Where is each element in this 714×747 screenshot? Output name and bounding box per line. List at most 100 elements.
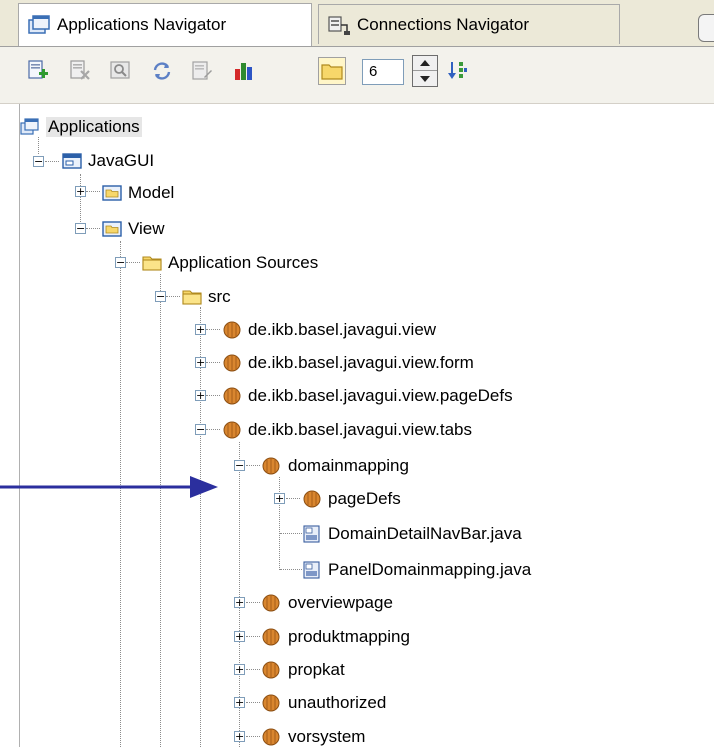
package-icon	[262, 661, 280, 679]
application-icon	[62, 153, 82, 169]
applications-root-icon	[20, 118, 39, 135]
tree-node-label: de.ikb.basel.javagui.view.form	[248, 353, 474, 372]
java-file-icon	[303, 561, 320, 579]
tree-node-label: Model	[128, 183, 175, 202]
tree-node-label: produktmapping	[288, 627, 410, 646]
tree-node-label: Application Sources	[168, 253, 319, 272]
tree-node-model[interactable]: + Model	[0, 180, 400, 206]
statistics-button[interactable]	[230, 57, 258, 85]
tree-node-package[interactable]: − de.ikb.basel.javagui.view.tabs	[0, 417, 500, 443]
tab-connections-navigator[interactable]: Connections Navigator	[318, 4, 620, 44]
tree-node-label: overviewpage	[288, 593, 393, 612]
find-button[interactable]	[106, 57, 134, 85]
tree-node-java-file[interactable]: DomainDetailNavBar.java	[0, 521, 600, 547]
tree-node-label: Applications	[46, 117, 142, 137]
tree-node-package[interactable]: + unauthorized	[0, 690, 500, 716]
tab-overflow-button[interactable]	[698, 14, 714, 42]
project-icon	[102, 221, 122, 237]
expand-toggle[interactable]: +	[75, 186, 86, 197]
tree-node-label: View	[128, 219, 165, 238]
tree-node-package[interactable]: + vorsystem	[0, 724, 500, 747]
tree-node-javagui[interactable]: − JavaGUI	[0, 148, 400, 174]
expand-toggle[interactable]: +	[195, 324, 206, 335]
package-icon	[223, 354, 241, 372]
pointer-arrow	[0, 476, 218, 498]
application-tree: Applications − JavaGUI + Model − View − …	[0, 104, 714, 747]
tree-node-applications[interactable]: Applications	[0, 114, 400, 140]
package-icon	[262, 694, 280, 712]
project-icon	[102, 185, 122, 201]
refresh-button[interactable]	[148, 57, 176, 85]
package-icon	[262, 594, 280, 612]
tree-node-package[interactable]: + overviewpage	[0, 590, 500, 616]
tree-node-label: domainmapping	[288, 456, 409, 475]
expand-toggle[interactable]: +	[234, 631, 245, 642]
collapse-toggle[interactable]: −	[75, 223, 86, 234]
tree-node-label: JavaGUI	[88, 151, 155, 170]
level-input[interactable]: 6	[362, 59, 404, 85]
tree-node-package[interactable]: + de.ikb.basel.javagui.view.form	[0, 350, 500, 376]
expand-toggle[interactable]: +	[234, 697, 245, 708]
tab-label: Connections Navigator	[357, 14, 529, 34]
sort-button[interactable]	[444, 57, 472, 85]
collapse-toggle[interactable]: −	[33, 156, 44, 167]
tree-node-label: pageDefs	[328, 489, 401, 508]
expand-toggle[interactable]: +	[234, 731, 245, 742]
sort-icon	[448, 62, 467, 79]
applications-navigator-window: Applications Navigator Connections Navig…	[0, 0, 714, 747]
collapse-toggle[interactable]: −	[115, 257, 126, 268]
show-folders-icon	[321, 64, 343, 80]
package-icon	[303, 490, 321, 508]
expand-toggle[interactable]: +	[274, 493, 285, 504]
collapse-toggle[interactable]: −	[155, 291, 166, 302]
statistics-icon	[235, 63, 252, 80]
connections-navigator-icon	[328, 15, 350, 35]
tree-node-view[interactable]: − View	[0, 216, 400, 242]
tab-label: Applications Navigator	[57, 15, 227, 34]
package-icon	[262, 457, 280, 475]
package-icon	[223, 421, 241, 439]
collapse-toggle[interactable]: −	[195, 424, 206, 435]
tree-node-package[interactable]: + de.ikb.basel.javagui.view	[0, 317, 500, 343]
show-folders-button[interactable]	[318, 57, 346, 85]
chevron-up-icon	[420, 60, 430, 66]
new-application-icon	[28, 60, 48, 79]
tree-node-package[interactable]: + de.ikb.basel.javagui.view.pageDefs	[0, 383, 513, 409]
tree-node-label: DomainDetailNavBar.java	[328, 524, 522, 543]
properties-button[interactable]	[188, 57, 216, 85]
tree-node-label: de.ikb.basel.javagui.view.pageDefs	[248, 386, 513, 405]
spinner-down-button[interactable]	[413, 71, 437, 86]
refresh-icon	[153, 62, 171, 80]
tree-node-label: unauthorized	[288, 693, 387, 712]
delete-icon	[70, 60, 90, 80]
delete-button[interactable]	[66, 57, 94, 85]
collapse-toggle[interactable]: −	[234, 460, 245, 471]
tree-node-label: PanelDomainmapping.java	[328, 560, 532, 579]
folder-icon	[142, 256, 162, 271]
navigator-toolbar: 6	[0, 47, 714, 104]
tree-node-label: vorsystem	[288, 727, 366, 746]
tree-node-label: src	[208, 287, 231, 306]
tree-node-java-file[interactable]: PanelDomainmapping.java	[0, 557, 600, 583]
expand-toggle[interactable]: +	[234, 597, 245, 608]
tab-applications-navigator[interactable]: Applications Navigator	[18, 3, 312, 46]
spinner-up-button[interactable]	[413, 56, 437, 71]
expand-toggle[interactable]: +	[195, 357, 206, 368]
java-file-icon	[303, 525, 320, 543]
level-spinner[interactable]	[412, 55, 438, 87]
tree-node-application-sources[interactable]: − Application Sources	[0, 250, 400, 276]
applications-navigator-icon	[28, 15, 50, 34]
find-icon	[110, 61, 130, 79]
expand-toggle[interactable]: +	[234, 664, 245, 675]
chevron-down-icon	[420, 75, 430, 82]
tree-node-label: propkat	[288, 660, 345, 679]
expand-toggle[interactable]: +	[195, 390, 206, 401]
new-button[interactable]	[24, 57, 52, 85]
folder-icon	[182, 290, 202, 305]
arrow-head	[190, 476, 218, 498]
tree-node-src[interactable]: − src	[0, 284, 400, 310]
tree-node-package[interactable]: + produktmapping	[0, 624, 500, 650]
package-icon	[223, 321, 241, 339]
tree-node-package[interactable]: + propkat	[0, 657, 500, 683]
properties-icon	[192, 61, 212, 80]
